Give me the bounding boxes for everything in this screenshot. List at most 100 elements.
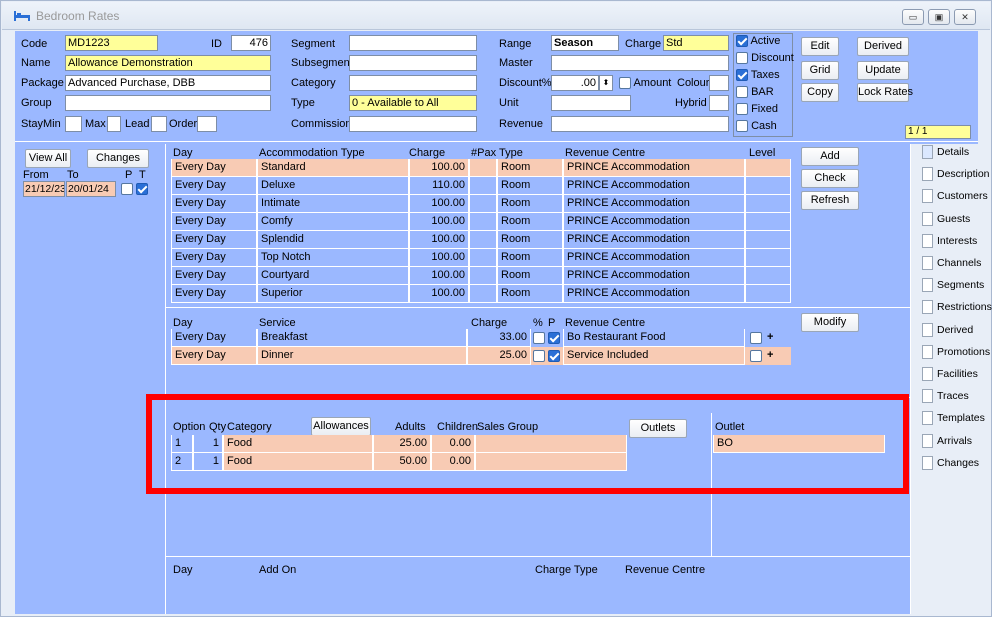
tab-interests[interactable]: Interests	[922, 233, 978, 256]
unit-field[interactable]	[551, 95, 631, 111]
id-field[interactable]: 476	[231, 35, 271, 51]
hybrid-field[interactable]	[709, 95, 729, 111]
colour-label: Colour	[677, 77, 710, 89]
taxes-label: Taxes	[750, 69, 780, 81]
tab-description[interactable]: Description	[922, 167, 990, 189]
row-cell-day: Every Day	[171, 329, 257, 347]
form-body: Code MD1223 ID 476 Name Allowance Demons…	[15, 31, 992, 614]
addon-col-day: Day	[173, 564, 193, 576]
tab-customers[interactable]: Customers	[922, 189, 988, 211]
derived-button[interactable]: Derived	[857, 37, 909, 56]
fixed-checkbox[interactable]	[736, 103, 748, 116]
maximize-icon[interactable]: ▣	[928, 9, 950, 25]
max-field[interactable]	[107, 116, 121, 132]
segment-field[interactable]	[349, 35, 477, 51]
tab-segments[interactable]: Segments	[922, 278, 984, 300]
row-checkbox[interactable]	[750, 350, 762, 362]
col-type: Type	[499, 147, 523, 159]
active-checkbox[interactable]	[736, 35, 748, 48]
code-field[interactable]: MD1223	[65, 35, 158, 51]
plus-icon[interactable]: +	[767, 331, 773, 343]
grid-separator	[165, 307, 910, 308]
colour-field[interactable]	[709, 75, 729, 91]
amount-checkbox[interactable]	[619, 77, 631, 90]
charge-label: Charge	[625, 38, 662, 50]
tab-details[interactable]: Details	[922, 145, 978, 167]
discount-checkbox[interactable]	[736, 52, 748, 65]
tab-restrictions[interactable]: Restrictions	[922, 300, 992, 322]
highlight-annotation	[146, 394, 909, 494]
row-cell-day: Every Day	[171, 285, 257, 303]
page-icon	[922, 322, 933, 337]
spinner-icon[interactable]: ⬍	[599, 75, 613, 91]
tab-label: Channels	[937, 256, 982, 269]
row-cell-pax	[469, 285, 497, 303]
tab-guests[interactable]: Guests	[922, 211, 978, 234]
p-checkbox[interactable]	[548, 332, 560, 344]
tab-changes[interactable]: Changes	[922, 455, 979, 478]
type-field[interactable]: 0 - Available to All	[349, 95, 477, 111]
t-checkbox[interactable]	[136, 183, 148, 196]
taxes-checkbox[interactable]	[736, 69, 748, 82]
tab-derived[interactable]: Derived	[922, 322, 978, 345]
svc-col-p: P	[548, 317, 556, 329]
master-field[interactable]	[551, 55, 729, 71]
tab-arrivals[interactable]: Arrivals	[922, 433, 978, 456]
commission-field[interactable]	[349, 116, 477, 132]
subsegment-label: Subsegment	[291, 57, 353, 69]
refresh-button[interactable]: Refresh	[801, 191, 859, 210]
group-field[interactable]	[65, 95, 271, 111]
cash-checkbox[interactable]	[736, 120, 748, 133]
close-icon[interactable]: ✕	[954, 9, 976, 25]
category-field[interactable]	[349, 75, 477, 91]
lock-rates-button[interactable]: Lock Rates	[857, 83, 913, 102]
pct-checkbox[interactable]	[533, 350, 545, 362]
row-cell-pax	[469, 231, 497, 249]
tab-promotions[interactable]: Promotions	[922, 344, 990, 367]
modify-button[interactable]: Modify	[801, 313, 859, 332]
pct-checkbox[interactable]	[533, 332, 545, 344]
check-button[interactable]: Check	[801, 169, 859, 188]
order-field[interactable]	[197, 116, 217, 132]
col-charge: Charge	[409, 147, 446, 159]
staymin-field[interactable]	[65, 116, 82, 132]
master-label: Master	[499, 57, 533, 69]
p-checkbox[interactable]	[548, 350, 560, 362]
subsegment-field[interactable]	[349, 55, 477, 71]
add-button[interactable]: Add	[801, 147, 859, 166]
package-label: Package	[21, 77, 64, 89]
bar-checkbox[interactable]	[736, 86, 748, 99]
charge-field[interactable]: Std	[663, 35, 729, 51]
revenue-field[interactable]	[551, 116, 729, 132]
row-cell-rtype: Room	[497, 231, 563, 249]
p-checkbox[interactable]	[121, 183, 133, 196]
minimize-icon[interactable]: ▭	[902, 9, 924, 25]
view-all-button[interactable]: View All	[25, 149, 71, 168]
from-date[interactable]: 21/12/23	[23, 181, 65, 197]
update-button[interactable]: Update	[857, 61, 909, 80]
col-level: Level	[749, 147, 776, 159]
copy-button[interactable]: Copy	[801, 83, 839, 102]
range-field[interactable]: Season	[551, 35, 619, 51]
row-cell-rc: PRINCE Accommodation	[563, 159, 745, 177]
tab-templates[interactable]: Templates	[922, 411, 985, 433]
tab-traces[interactable]: Traces	[922, 389, 978, 411]
name-field[interactable]: Allowance Demonstration	[65, 55, 271, 71]
edit-button[interactable]: Edit	[801, 37, 839, 56]
changes-button[interactable]: Changes	[87, 149, 149, 168]
row-checkbox[interactable]	[750, 332, 762, 344]
row-cell-type: Deluxe	[257, 177, 409, 195]
grid-button[interactable]: Grid	[801, 61, 839, 80]
package-field[interactable]: Advanced Purchase, DBB	[65, 75, 271, 91]
lead-field[interactable]	[151, 116, 167, 132]
discount-field[interactable]: .00	[551, 75, 599, 91]
tab-channels[interactable]: Channels	[922, 256, 982, 278]
row-cell-rtype: Room	[497, 285, 563, 303]
commission-label: Commission	[291, 118, 352, 130]
tab-facilities[interactable]: Facilities	[922, 367, 978, 389]
page-icon	[922, 344, 933, 359]
plus-icon[interactable]: +	[767, 349, 773, 361]
row-cell-rc: PRINCE Accommodation	[563, 231, 745, 249]
to-date[interactable]: 20/01/24	[66, 181, 116, 197]
row-cell-type: Superior	[257, 285, 409, 303]
